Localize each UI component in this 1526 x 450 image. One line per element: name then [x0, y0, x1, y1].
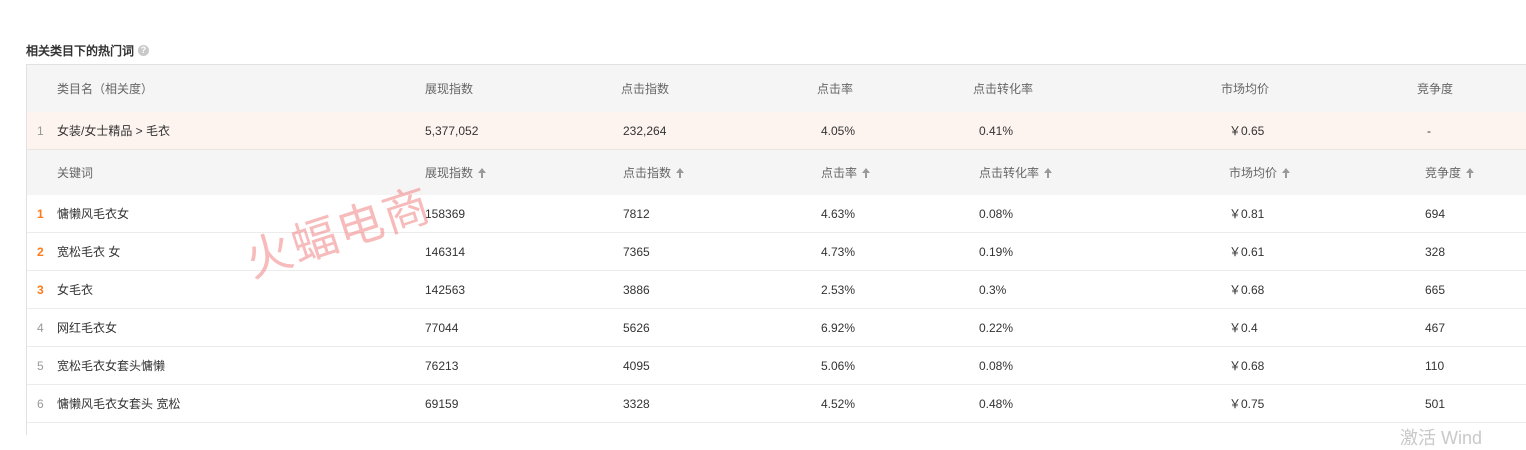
category-competition: -	[1427, 123, 1431, 138]
row-ctr: 4.63%	[821, 206, 856, 221]
col-clicks: 点击指数	[621, 82, 670, 96]
row-ctr: 2.53%	[821, 282, 856, 297]
row-cvr: 0.08%	[979, 358, 1014, 373]
activation-watermark: 激活 Wind	[1400, 428, 1483, 448]
row-ctr: 5.06%	[821, 358, 856, 373]
category-avg-price: ￥0.65	[1229, 124, 1265, 138]
row-avg-price: ￥0.75	[1229, 397, 1265, 411]
sort-impressions-label: 展现指数	[425, 166, 474, 180]
col-avg-price: 市场均价	[1221, 82, 1270, 96]
sort-cvr-label: 点击转化率	[979, 166, 1040, 180]
category-clicks: 232,264	[623, 123, 667, 138]
row-keyword[interactable]: 宽松毛衣女套头慵懒	[57, 347, 165, 384]
table-row[interactable]: 4 网红毛衣女 77044 5626 6.92% 0.22% ￥0.4 467	[27, 309, 1526, 347]
row-rank: 5	[37, 358, 44, 373]
row-ctr: 4.73%	[821, 244, 856, 259]
row-clicks: 7365	[623, 244, 650, 259]
row-keyword[interactable]: 网红毛衣女	[57, 309, 117, 346]
row-competition: 467	[1425, 320, 1446, 335]
row-rank: 1	[37, 206, 44, 221]
section-title-text: 相关类目下的热门词	[26, 44, 135, 58]
sort-arrow-icon[interactable]	[478, 167, 487, 178]
row-cvr: 0.22%	[979, 320, 1014, 335]
hot-keywords-table: 类目名（相关度） 展现指数 点击指数 点击率 点击转化率 市场均价 竞争度 1 …	[26, 64, 1526, 435]
row-rank: 4	[37, 320, 44, 335]
row-avg-price: ￥0.68	[1229, 283, 1265, 297]
col-impressions: 展现指数	[425, 82, 474, 96]
row-impressions: 77044	[425, 320, 459, 335]
row-competition: 110	[1425, 358, 1445, 373]
row-cvr: 0.3%	[979, 282, 1007, 297]
category-header-row: 类目名（相关度） 展现指数 点击指数 点击率 点击转化率 市场均价 竞争度	[27, 65, 1526, 112]
row-competition: 501	[1425, 396, 1446, 411]
category-row[interactable]: 1 女装/女士精品 > 毛衣 5,377,052 232,264 4.05% 0…	[27, 112, 1526, 150]
table-row[interactable]: 3 女毛衣 142563 3886 2.53% 0.3% ￥0.68 665	[27, 271, 1526, 309]
row-clicks: 5626	[623, 320, 650, 335]
row-keyword[interactable]: 女毛衣	[57, 271, 93, 308]
category-rank: 1	[37, 123, 44, 138]
table-row[interactable]: 6 慵懒风毛衣女套头 宽松 69159 3328 4.52% 0.48% ￥0.…	[27, 385, 1526, 423]
sort-ctr-label: 点击率	[821, 166, 858, 180]
sort-competition-label: 竞争度	[1425, 166, 1462, 180]
row-clicks: 3328	[623, 396, 650, 411]
sort-impressions[interactable]: 展现指数	[425, 150, 487, 195]
table-row[interactable]: 1 慵懒风毛衣女 158369 7812 4.63% 0.08% ￥0.81 6…	[27, 195, 1526, 233]
col-competition: 竞争度	[1417, 82, 1454, 96]
row-impressions: 158369	[425, 206, 466, 221]
row-cvr: 0.08%	[979, 206, 1014, 221]
row-keyword[interactable]: 慵懒风毛衣女套头 宽松	[57, 385, 180, 422]
section-title: 相关类目下的热门词 ?	[26, 42, 150, 59]
row-rank: 2	[37, 244, 44, 259]
row-keyword[interactable]: 宽松毛衣 女	[57, 233, 120, 270]
row-competition: 328	[1425, 244, 1446, 259]
keyword-header-row: 关键词 展现指数 点击指数 点击率 点击转化率 市场均价 竞争度	[27, 150, 1526, 195]
category-cvr: 0.41%	[979, 123, 1014, 138]
sort-arrow-icon[interactable]	[676, 167, 685, 178]
row-impressions: 76213	[425, 358, 459, 373]
row-avg-price: ￥0.4	[1229, 321, 1258, 335]
col-category-name: 类目名（相关度）	[57, 82, 154, 96]
row-keyword[interactable]: 慵懒风毛衣女	[57, 195, 129, 232]
sort-clicks-label: 点击指数	[623, 166, 672, 180]
row-avg-price: ￥0.61	[1229, 245, 1265, 259]
row-competition: 694	[1425, 206, 1446, 221]
sort-arrow-icon[interactable]	[1466, 167, 1475, 178]
sort-competition[interactable]: 竞争度	[1425, 150, 1475, 195]
col-ctr: 点击率	[817, 82, 854, 96]
category-ctr: 4.05%	[821, 123, 856, 138]
sort-avg-price[interactable]: 市场均价	[1229, 150, 1291, 195]
help-icon[interactable]: ?	[138, 45, 150, 56]
table-row[interactable]: 5 宽松毛衣女套头慵懒 76213 4095 5.06% 0.08% ￥0.68…	[27, 347, 1526, 385]
row-impressions: 142563	[425, 282, 466, 297]
row-rank: 3	[37, 282, 44, 297]
row-ctr: 4.52%	[821, 396, 856, 411]
table-row[interactable]: 2 宽松毛衣 女 146314 7365 4.73% 0.19% ￥0.61 3…	[27, 233, 1526, 271]
sort-avg-price-label: 市场均价	[1229, 166, 1278, 180]
col-cvr: 点击转化率	[973, 82, 1034, 96]
row-impressions: 146314	[425, 244, 466, 259]
category-impressions: 5,377,052	[425, 123, 479, 138]
sort-arrow-icon[interactable]	[862, 167, 871, 178]
sort-cvr[interactable]: 点击转化率	[979, 150, 1053, 195]
row-avg-price: ￥0.81	[1229, 207, 1265, 221]
row-rank: 6	[37, 396, 44, 411]
sort-arrow-icon[interactable]	[1044, 167, 1053, 178]
row-avg-price: ￥0.68	[1229, 359, 1265, 373]
row-competition: 665	[1425, 282, 1446, 297]
row-clicks: 4095	[623, 358, 650, 373]
sort-clicks[interactable]: 点击指数	[623, 150, 685, 195]
sort-ctr[interactable]: 点击率	[821, 150, 871, 195]
row-cvr: 0.48%	[979, 396, 1014, 411]
sort-arrow-icon[interactable]	[1282, 167, 1291, 178]
col-keyword: 关键词	[57, 166, 94, 180]
row-cvr: 0.19%	[979, 244, 1014, 259]
row-clicks: 7812	[623, 206, 650, 221]
category-name: 女装/女士精品 > 毛衣	[57, 124, 171, 138]
row-clicks: 3886	[623, 282, 650, 297]
row-impressions: 69159	[425, 396, 459, 411]
row-ctr: 6.92%	[821, 320, 856, 335]
